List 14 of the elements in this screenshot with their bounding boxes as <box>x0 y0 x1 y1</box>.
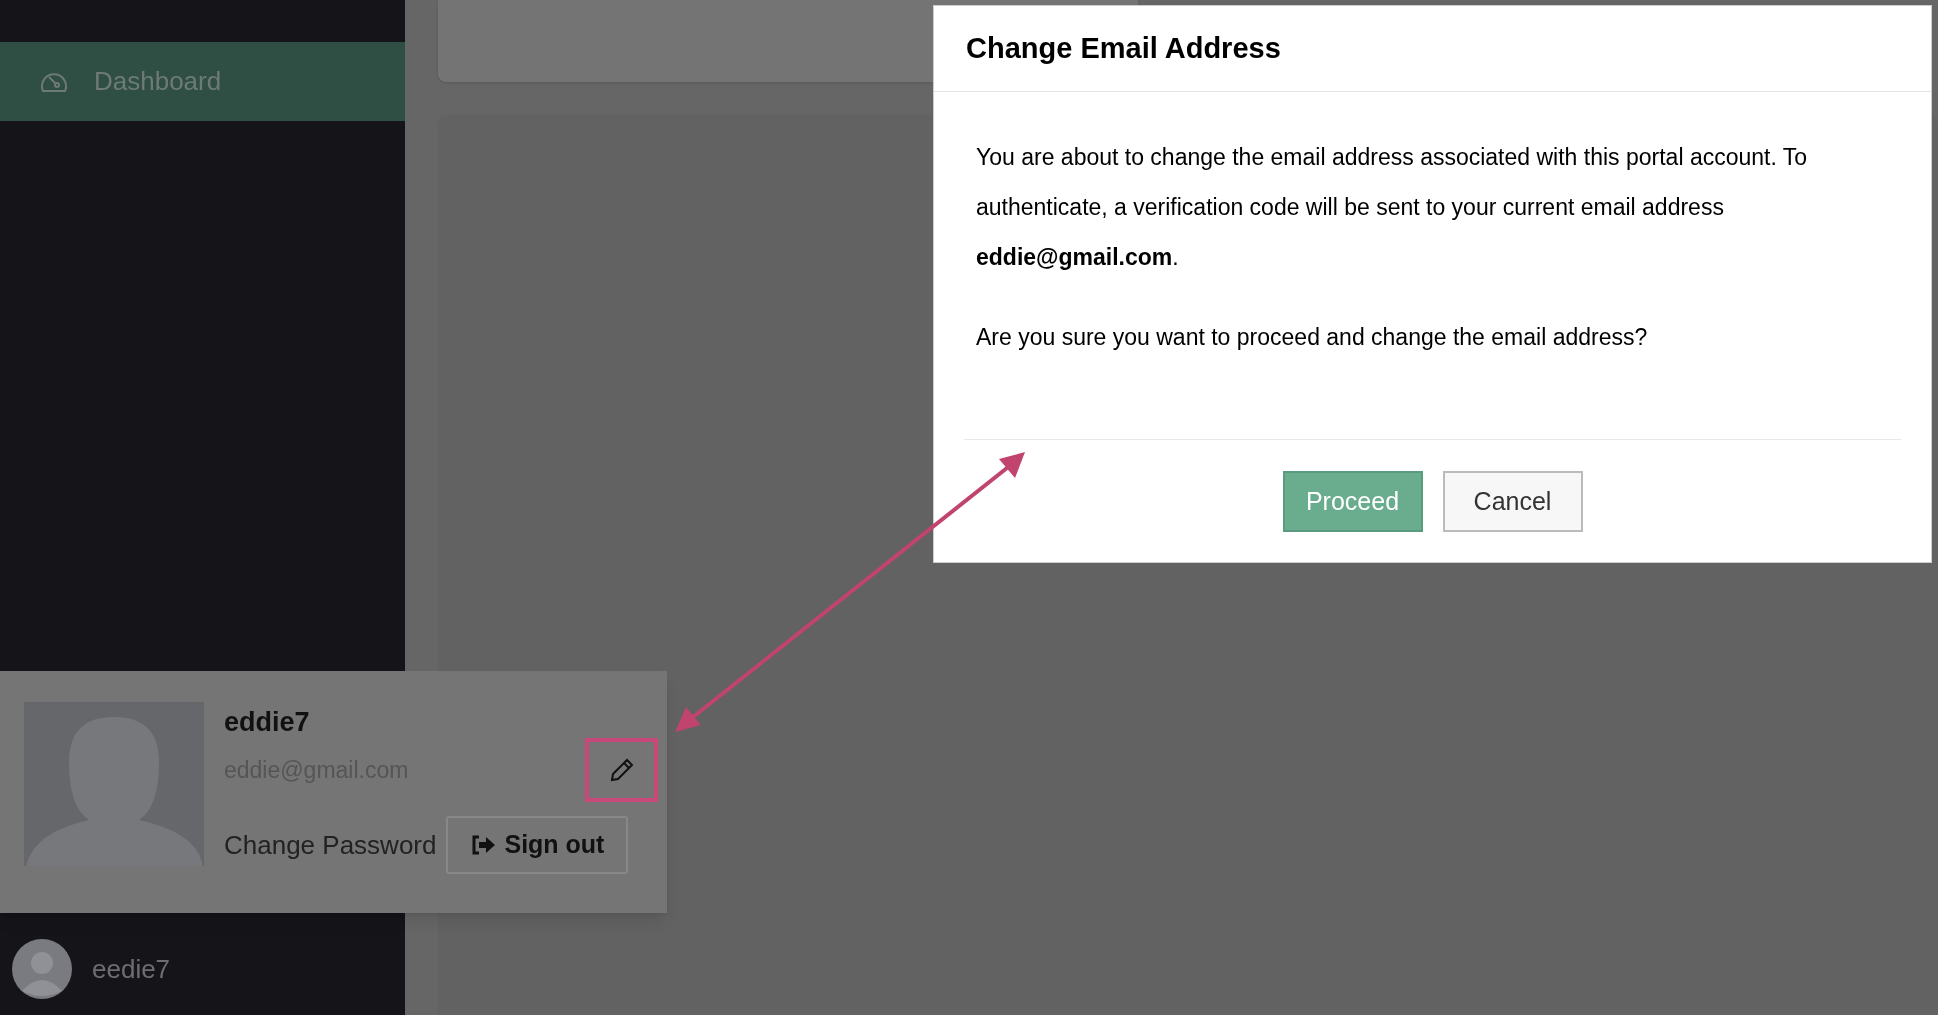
username: eddie7 <box>224 706 311 738</box>
cancel-button[interactable]: Cancel <box>1442 471 1583 532</box>
pencil-icon <box>608 757 635 783</box>
avatar-icon[interactable] <box>12 939 72 999</box>
sign-out-icon <box>470 834 497 856</box>
sidebar-item[interactable]: Dashboard <box>0 42 405 121</box>
modal-text: You are about to change the email address associated with this portal account. To authenticate, a verification code will be sent to your current email address eddie@gmail.com. <box>976 143 1809 272</box>
change-password-link[interactable]: Change Password <box>224 825 437 865</box>
proceed-button[interactable]: Proceed <box>1282 471 1423 532</box>
modal-text: Are you sure you want to proceed and change the email address? <box>976 323 1649 352</box>
sign-out-button[interactable]: Sign out <box>446 816 629 874</box>
edit-button[interactable] <box>585 738 658 802</box>
modal-title: Change Email Address <box>966 30 1281 66</box>
user-name: eedie7 <box>92 952 171 986</box>
